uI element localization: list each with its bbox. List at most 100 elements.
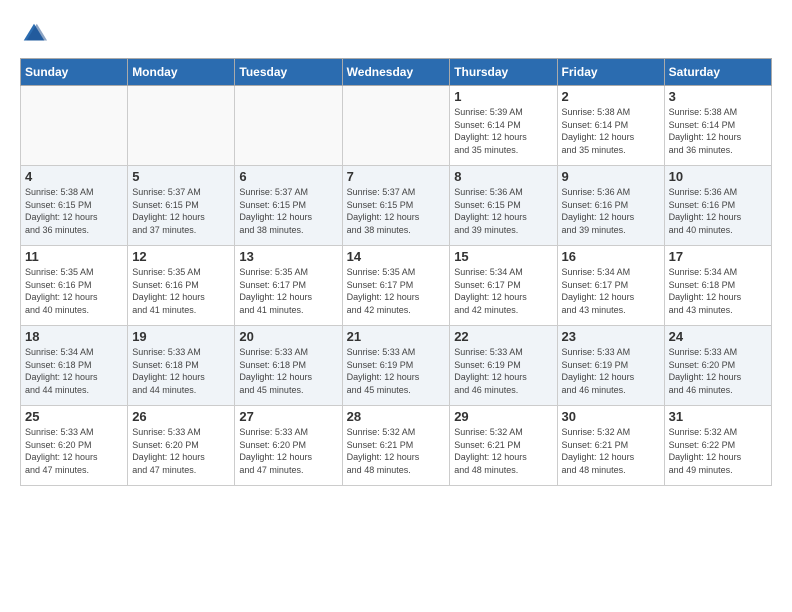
- day-number: 5: [132, 169, 230, 184]
- calendar-cell: 19 Sunrise: 5:33 AMSunset: 6:18 PMDayligh…: [128, 326, 235, 406]
- day-info: Sunrise: 5:33 AMSunset: 6:18 PMDaylight:…: [132, 346, 230, 396]
- day-info: Sunrise: 5:33 AMSunset: 6:20 PMDaylight:…: [25, 426, 123, 476]
- day-info: Sunrise: 5:37 AMSunset: 6:15 PMDaylight:…: [132, 186, 230, 236]
- day-number: 28: [347, 409, 446, 424]
- week-row: 4Sunrise: 5:38 AMSunset: 6:15 PMDaylight…: [21, 166, 772, 246]
- day-info: Sunrise: 5:37 AMSunset: 6:15 PMDaylight:…: [347, 186, 446, 236]
- day-info: Sunrise: 5:36 AMSunset: 6:16 PMDaylight:…: [562, 186, 660, 236]
- week-row: 1 Sunrise: 5:39 AMSunset: 6:14 PMDaylight…: [21, 86, 772, 166]
- header-day: Tuesday: [235, 59, 342, 86]
- calendar-cell: 10 Sunrise: 5:36 AMSunset: 6:16 PMDayligh…: [664, 166, 771, 246]
- calendar-cell: 1 Sunrise: 5:39 AMSunset: 6:14 PMDaylight…: [450, 86, 557, 166]
- day-info: Sunrise: 5:37 AMSunset: 6:15 PMDaylight:…: [239, 186, 337, 236]
- day-number: 6: [239, 169, 337, 184]
- day-number: 31: [669, 409, 767, 424]
- day-number: 9: [562, 169, 660, 184]
- calendar-cell: [235, 86, 342, 166]
- calendar-cell: 8 Sunrise: 5:36 AMSunset: 6:15 PMDaylight…: [450, 166, 557, 246]
- logo-icon: [20, 20, 48, 48]
- day-info: Sunrise: 5:33 AMSunset: 6:20 PMDaylight:…: [132, 426, 230, 476]
- day-number: 19: [132, 329, 230, 344]
- day-number: 18: [25, 329, 123, 344]
- calendar-cell: 27 Sunrise: 5:33 AMSunset: 6:20 PMDayligh…: [235, 406, 342, 486]
- calendar-cell: 11 Sunrise: 5:35 AMSunset: 6:16 PMDayligh…: [21, 246, 128, 326]
- header-day: Monday: [128, 59, 235, 86]
- day-info: Sunrise: 5:32 AMSunset: 6:21 PMDaylight:…: [562, 426, 660, 476]
- day-info: Sunrise: 5:32 AMSunset: 6:21 PMDaylight:…: [454, 426, 552, 476]
- calendar-cell: 29Sunrise: 5:32 AMSunset: 6:21 PMDayligh…: [450, 406, 557, 486]
- header-row: SundayMondayTuesdayWednesdayThursdayFrid…: [21, 59, 772, 86]
- header-day: Thursday: [450, 59, 557, 86]
- day-info: Sunrise: 5:33 AMSunset: 6:19 PMDaylight:…: [347, 346, 446, 396]
- day-info: Sunrise: 5:32 AMSunset: 6:21 PMDaylight:…: [347, 426, 446, 476]
- day-number: 16: [562, 249, 660, 264]
- day-info: Sunrise: 5:33 AMSunset: 6:20 PMDaylight:…: [239, 426, 337, 476]
- day-number: 30: [562, 409, 660, 424]
- day-info: Sunrise: 5:34 AMSunset: 6:17 PMDaylight:…: [454, 266, 552, 316]
- calendar-cell: 14 Sunrise: 5:35 AMSunset: 6:17 PMDayligh…: [342, 246, 450, 326]
- page-header: [20, 20, 772, 48]
- calendar-cell: 2 Sunrise: 5:38 AMSunset: 6:14 PMDaylight…: [557, 86, 664, 166]
- day-info: Sunrise: 5:32 AMSunset: 6:22 PMDaylight:…: [669, 426, 767, 476]
- calendar-body: 1 Sunrise: 5:39 AMSunset: 6:14 PMDaylight…: [21, 86, 772, 486]
- calendar-cell: 6 Sunrise: 5:37 AMSunset: 6:15 PMDaylight…: [235, 166, 342, 246]
- calendar-cell: 9 Sunrise: 5:36 AMSunset: 6:16 PMDaylight…: [557, 166, 664, 246]
- day-number: 20: [239, 329, 337, 344]
- day-info: Sunrise: 5:36 AMSunset: 6:15 PMDaylight:…: [454, 186, 552, 236]
- day-info: Sunrise: 5:35 AMSunset: 6:17 PMDaylight:…: [239, 266, 337, 316]
- calendar-cell: 18 Sunrise: 5:34 AMSunset: 6:18 PMDayligh…: [21, 326, 128, 406]
- day-info: Sunrise: 5:33 AMSunset: 6:19 PMDaylight:…: [562, 346, 660, 396]
- calendar-cell: 12Sunrise: 5:35 AMSunset: 6:16 PMDayligh…: [128, 246, 235, 326]
- calendar-cell: 21Sunrise: 5:33 AMSunset: 6:19 PMDayligh…: [342, 326, 450, 406]
- day-info: Sunrise: 5:33 AMSunset: 6:20 PMDaylight:…: [669, 346, 767, 396]
- day-info: Sunrise: 5:33 AMSunset: 6:18 PMDaylight:…: [239, 346, 337, 396]
- calendar-cell: 3 Sunrise: 5:38 AMSunset: 6:14 PMDaylight…: [664, 86, 771, 166]
- day-number: 27: [239, 409, 337, 424]
- day-number: 11: [25, 249, 123, 264]
- calendar: SundayMondayTuesdayWednesdayThursdayFrid…: [20, 58, 772, 486]
- day-number: 13: [239, 249, 337, 264]
- day-info: Sunrise: 5:34 AMSunset: 6:18 PMDaylight:…: [669, 266, 767, 316]
- day-number: 14: [347, 249, 446, 264]
- calendar-cell: 5 Sunrise: 5:37 AMSunset: 6:15 PMDaylight…: [128, 166, 235, 246]
- header-day: Friday: [557, 59, 664, 86]
- day-info: Sunrise: 5:33 AMSunset: 6:19 PMDaylight:…: [454, 346, 552, 396]
- day-number: 3: [669, 89, 767, 104]
- calendar-cell: 13 Sunrise: 5:35 AMSunset: 6:17 PMDayligh…: [235, 246, 342, 326]
- day-number: 25: [25, 409, 123, 424]
- day-number: 22: [454, 329, 552, 344]
- calendar-cell: 31 Sunrise: 5:32 AMSunset: 6:22 PMDayligh…: [664, 406, 771, 486]
- day-number: 15: [454, 249, 552, 264]
- day-info: Sunrise: 5:38 AMSunset: 6:14 PMDaylight:…: [562, 106, 660, 156]
- header-day: Sunday: [21, 59, 128, 86]
- calendar-cell: 7 Sunrise: 5:37 AMSunset: 6:15 PMDaylight…: [342, 166, 450, 246]
- day-info: Sunrise: 5:38 AMSunset: 6:14 PMDaylight:…: [669, 106, 767, 156]
- day-number: 1: [454, 89, 552, 104]
- day-number: 2: [562, 89, 660, 104]
- calendar-cell: [128, 86, 235, 166]
- logo: [20, 20, 52, 48]
- calendar-cell: 28 Sunrise: 5:32 AMSunset: 6:21 PMDayligh…: [342, 406, 450, 486]
- day-info: Sunrise: 5:39 AMSunset: 6:14 PMDaylight:…: [454, 106, 552, 156]
- day-number: 4: [25, 169, 123, 184]
- day-number: 8: [454, 169, 552, 184]
- calendar-cell: 16Sunrise: 5:34 AMSunset: 6:17 PMDayligh…: [557, 246, 664, 326]
- header-day: Saturday: [664, 59, 771, 86]
- day-number: 7: [347, 169, 446, 184]
- calendar-cell: [342, 86, 450, 166]
- calendar-cell: 24 Sunrise: 5:33 AMSunset: 6:20 PMDayligh…: [664, 326, 771, 406]
- day-info: Sunrise: 5:36 AMSunset: 6:16 PMDaylight:…: [669, 186, 767, 236]
- week-row: 11 Sunrise: 5:35 AMSunset: 6:16 PMDayligh…: [21, 246, 772, 326]
- week-row: 25 Sunrise: 5:33 AMSunset: 6:20 PMDayligh…: [21, 406, 772, 486]
- day-info: Sunrise: 5:34 AMSunset: 6:18 PMDaylight:…: [25, 346, 123, 396]
- day-number: 10: [669, 169, 767, 184]
- day-info: Sunrise: 5:35 AMSunset: 6:17 PMDaylight:…: [347, 266, 446, 316]
- calendar-header: SundayMondayTuesdayWednesdayThursdayFrid…: [21, 59, 772, 86]
- calendar-cell: 17Sunrise: 5:34 AMSunset: 6:18 PMDayligh…: [664, 246, 771, 326]
- day-number: 24: [669, 329, 767, 344]
- calendar-cell: 23Sunrise: 5:33 AMSunset: 6:19 PMDayligh…: [557, 326, 664, 406]
- week-row: 18 Sunrise: 5:34 AMSunset: 6:18 PMDayligh…: [21, 326, 772, 406]
- day-info: Sunrise: 5:35 AMSunset: 6:16 PMDaylight:…: [25, 266, 123, 316]
- calendar-cell: 22 Sunrise: 5:33 AMSunset: 6:19 PMDayligh…: [450, 326, 557, 406]
- calendar-cell: 26Sunrise: 5:33 AMSunset: 6:20 PMDayligh…: [128, 406, 235, 486]
